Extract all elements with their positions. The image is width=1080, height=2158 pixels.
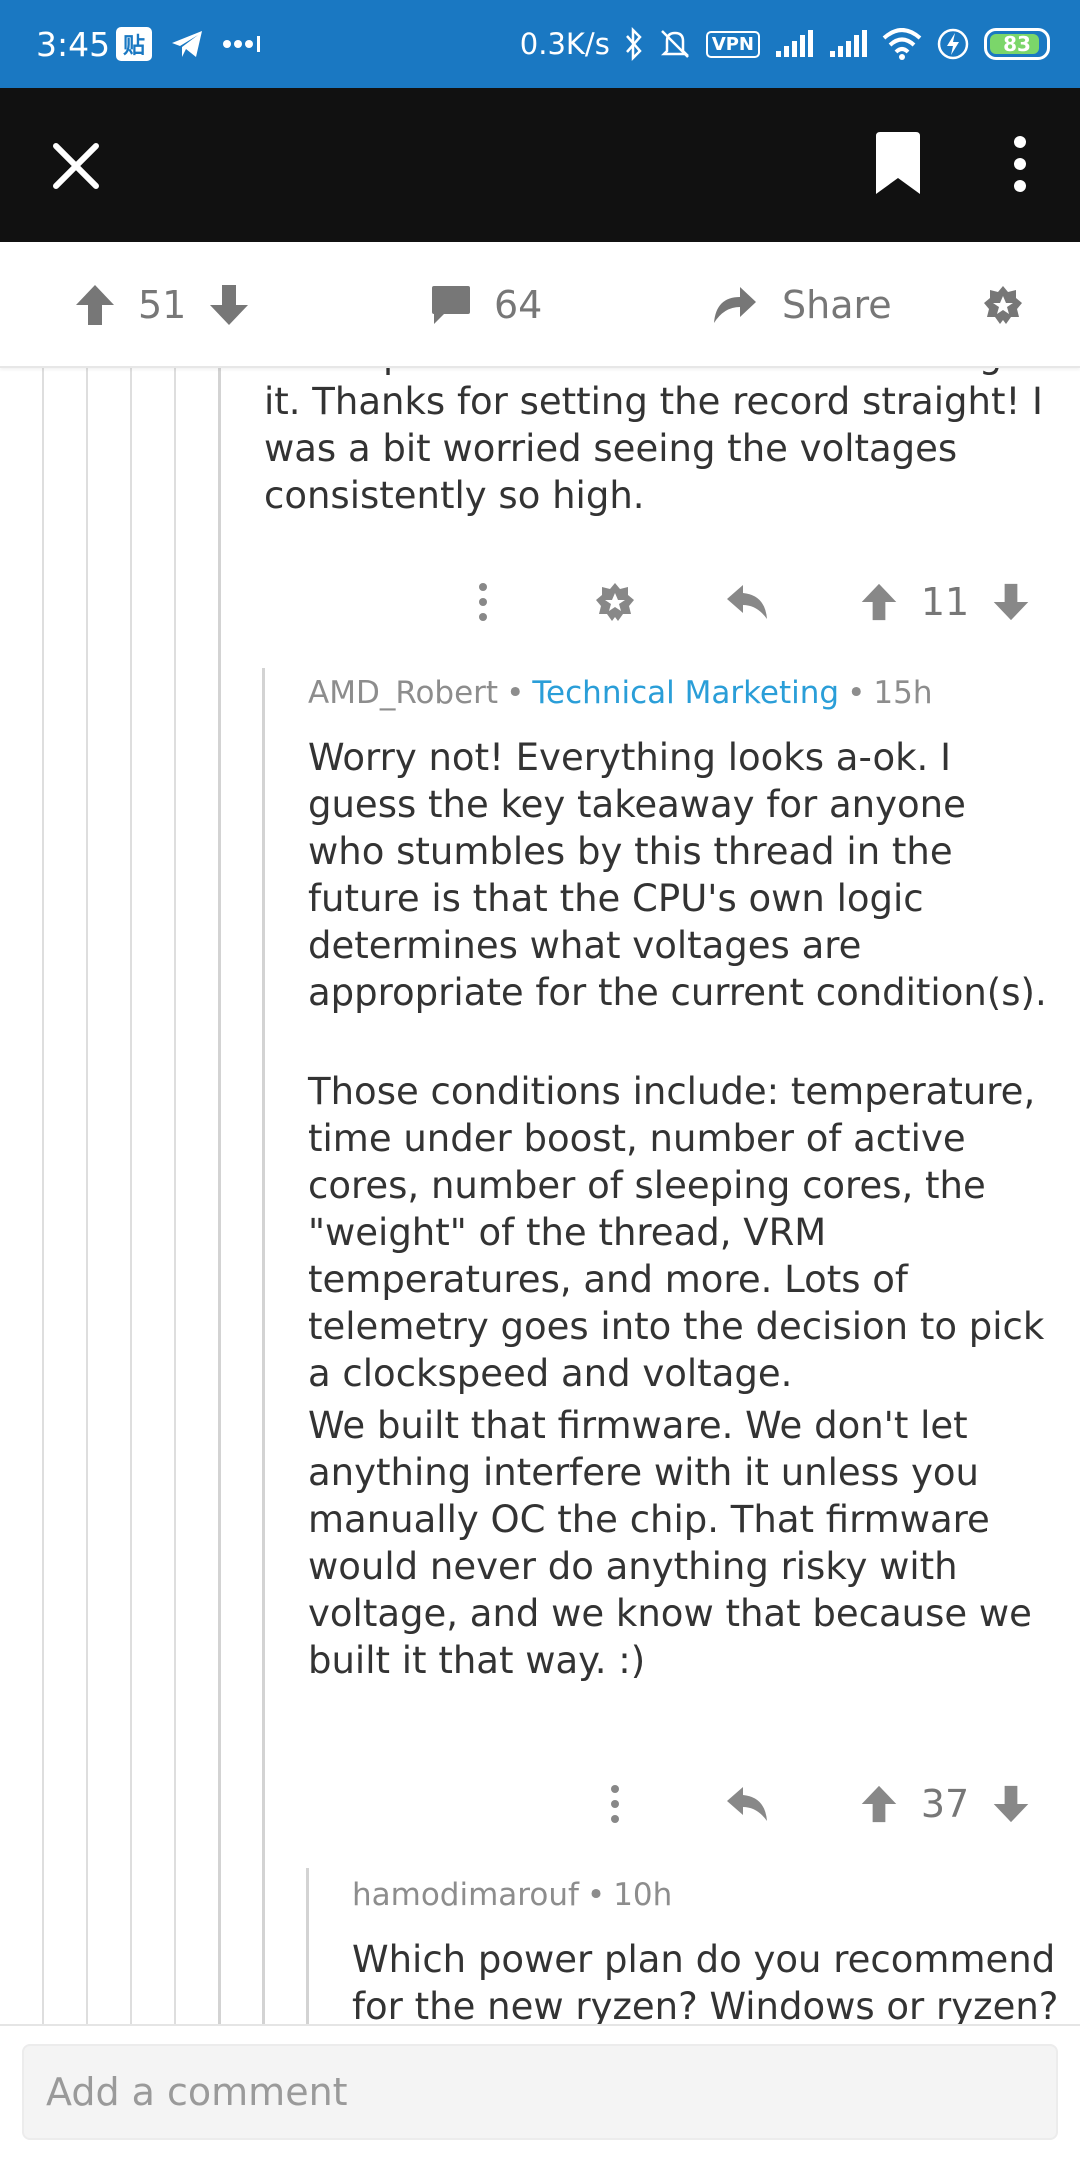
reply-age: 15h bbox=[873, 675, 933, 711]
post-award-button[interactable] bbox=[982, 242, 1024, 368]
thread-line-2[interactable] bbox=[86, 368, 88, 2024]
status-bar: 3:45 贴 0.3K/s VPN 83 bbox=[0, 0, 1080, 88]
parent-comment-actions: 11 bbox=[450, 572, 1050, 632]
reply-meta: AMD_Robert • Technical Marketing • 15h bbox=[308, 668, 932, 718]
reply-author[interactable]: AMD_Robert bbox=[308, 675, 498, 711]
charging-icon bbox=[937, 28, 969, 60]
post-score: 51 bbox=[138, 283, 187, 327]
award-icon bbox=[984, 286, 1022, 324]
parent-upvote-button[interactable] bbox=[846, 572, 912, 632]
battery-indicator: 83 bbox=[984, 28, 1050, 60]
child-comment-author[interactable]: hamodimarouf bbox=[352, 1877, 579, 1913]
reply-author-flair: Technical Marketing bbox=[532, 675, 840, 711]
award-icon bbox=[596, 583, 634, 621]
signal-icon-2 bbox=[830, 30, 867, 57]
thread-line-3[interactable] bbox=[130, 368, 132, 2024]
parent-comment-text: I'll keep that in mind while I'm tweakin… bbox=[264, 368, 1043, 517]
reply-paragraph-1: Worry not! Everything looks a-ok. I gues… bbox=[308, 736, 1047, 1014]
thread-line-1[interactable] bbox=[42, 368, 44, 2024]
upvote-arrow-icon bbox=[861, 583, 897, 621]
reply-reply-button[interactable] bbox=[714, 1774, 780, 1834]
comment-bubble-icon bbox=[432, 286, 470, 324]
reply-upvote-button[interactable] bbox=[846, 1774, 912, 1834]
separator-dot: • bbox=[586, 1877, 606, 1913]
more-vertical-icon bbox=[611, 1785, 619, 1823]
upvote-arrow-icon bbox=[861, 1785, 897, 1823]
downvote-arrow-icon bbox=[993, 583, 1029, 621]
bookmark-button[interactable] bbox=[872, 132, 924, 196]
post-comment-count: 64 bbox=[494, 283, 543, 327]
child-comment-meta: hamodimarouf • 10h bbox=[352, 1870, 672, 1920]
status-right-icons: 0.3K/s VPN 83 bbox=[520, 0, 1050, 88]
tieba-app-icon: 贴 bbox=[116, 27, 152, 61]
post-comments-button[interactable]: 64 bbox=[430, 242, 542, 368]
upvote-arrow-icon bbox=[76, 285, 114, 325]
wifi-icon bbox=[882, 28, 922, 60]
child-comment-text: Which power plan do you recommend for th… bbox=[352, 1938, 1059, 2024]
top-toolbar bbox=[0, 88, 1080, 242]
downvote-arrow-icon bbox=[993, 1785, 1029, 1823]
more-vertical-icon bbox=[479, 583, 487, 621]
more-notifications-icon bbox=[223, 36, 260, 52]
mute-icon bbox=[660, 30, 689, 58]
share-arrow-icon bbox=[714, 287, 756, 323]
parent-downvote-button[interactable] bbox=[978, 572, 1044, 632]
post-downvote-button[interactable] bbox=[208, 242, 250, 368]
vpn-badge: VPN bbox=[705, 30, 760, 58]
post-share-label: Share bbox=[782, 283, 892, 327]
parent-more-button[interactable] bbox=[450, 572, 516, 632]
thread-line-7[interactable] bbox=[306, 1868, 309, 2024]
reply-icon bbox=[727, 585, 767, 619]
battery-level: 83 bbox=[1003, 32, 1031, 56]
reply-paragraph-3: We built that firmware. We don't let any… bbox=[308, 1404, 1032, 1682]
network-speed: 0.3K/s bbox=[519, 27, 610, 61]
close-icon bbox=[53, 143, 99, 189]
status-left-icons: 贴 bbox=[116, 0, 262, 88]
add-comment-input[interactable] bbox=[22, 2044, 1058, 2140]
bluetooth-icon bbox=[625, 27, 642, 61]
reply-actions: 37 bbox=[582, 1774, 1050, 1834]
reply-paragraph-2: Those conditions include: temperature, t… bbox=[308, 1070, 1045, 1395]
parent-score: 11 bbox=[920, 580, 970, 624]
thread-line-5[interactable] bbox=[218, 368, 221, 2024]
bookmark-icon bbox=[876, 132, 920, 194]
post-share-button[interactable]: Share bbox=[712, 242, 892, 368]
post-action-bar: 51 64 Share bbox=[0, 242, 1080, 368]
reply-score: 37 bbox=[920, 1782, 970, 1826]
parent-reply-button[interactable] bbox=[714, 572, 780, 632]
status-time: 3:45 bbox=[36, 24, 111, 64]
reply-downvote-button[interactable] bbox=[978, 1774, 1044, 1834]
reply-icon bbox=[727, 1787, 767, 1821]
comment-thread: I'll keep that in mind while I'm tweakin… bbox=[0, 368, 1080, 2024]
more-vertical-icon bbox=[1014, 136, 1026, 192]
thread-line-6[interactable] bbox=[262, 668, 265, 2024]
downvote-arrow-icon bbox=[210, 285, 248, 325]
signal-icon-1 bbox=[776, 30, 813, 57]
separator-dot: • bbox=[847, 675, 866, 711]
close-button[interactable] bbox=[50, 140, 102, 192]
separator-dot: • bbox=[506, 675, 525, 711]
thread-line-4[interactable] bbox=[174, 368, 176, 2024]
telegram-icon bbox=[172, 31, 202, 57]
child-comment-age: 10h bbox=[613, 1877, 673, 1913]
reply-more-button[interactable] bbox=[582, 1774, 648, 1834]
parent-award-button[interactable] bbox=[582, 572, 648, 632]
post-upvote-button[interactable] bbox=[74, 242, 116, 368]
more-options-button[interactable] bbox=[1000, 132, 1040, 196]
comment-bar bbox=[0, 2024, 1080, 2158]
